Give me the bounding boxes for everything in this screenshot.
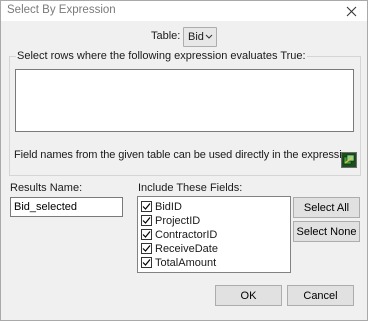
select-by-expression-dialog: Select By Expression Table: Bid Select r…	[0, 0, 368, 321]
expression-hint: Field names from the given table can be …	[14, 149, 357, 161]
expression-group: Select rows where the following expressi…	[9, 50, 361, 176]
field-item-projectid[interactable]: ProjectID	[141, 214, 200, 227]
field-item-contractorid[interactable]: ContractorID	[141, 228, 217, 241]
table-label: Table:	[151, 30, 181, 42]
field-label: ContractorID	[155, 228, 218, 241]
window-title: Select By Expression	[7, 4, 116, 16]
expression-group-label: Select rows where the following expressi…	[16, 50, 307, 62]
field-label: TotalAmount	[155, 256, 217, 269]
field-label: ReceiveDate	[155, 242, 218, 255]
ok-button[interactable]: OK	[215, 285, 282, 306]
cancel-button[interactable]: Cancel	[287, 285, 354, 306]
expression-builder-button[interactable]	[341, 152, 357, 168]
checkmark-icon	[142, 231, 151, 238]
field-checkbox[interactable]	[141, 201, 152, 212]
checkmark-icon	[142, 203, 151, 210]
chevron-down-icon	[205, 34, 213, 39]
table-dropdown-value: Bid	[188, 31, 204, 43]
field-checkbox[interactable]	[141, 215, 152, 226]
close-icon	[346, 6, 356, 16]
checkmark-icon	[142, 259, 151, 266]
field-checkbox[interactable]	[141, 257, 152, 268]
checkmark-icon	[142, 245, 151, 252]
field-item-receivedate[interactable]: ReceiveDate	[141, 242, 218, 255]
include-fields-list: BidID ProjectID ContractorID ReceiveDate…	[137, 196, 291, 273]
field-label: BidID	[155, 200, 182, 213]
checkmark-icon	[142, 217, 151, 224]
results-name-input[interactable]	[10, 197, 123, 217]
field-item-bidid[interactable]: BidID	[141, 200, 182, 213]
field-label: ProjectID	[155, 214, 201, 227]
include-fields-label: Include These Fields:	[138, 182, 243, 194]
field-checkbox[interactable]	[141, 243, 152, 254]
select-none-button[interactable]: Select None	[293, 221, 360, 242]
select-all-button[interactable]: Select All	[293, 197, 360, 218]
results-name-label: Results Name:	[10, 182, 83, 194]
expression-builder-icon	[343, 154, 355, 165]
field-item-totalamount[interactable]: TotalAmount	[141, 256, 216, 269]
field-checkbox[interactable]	[141, 229, 152, 240]
title-bar: Select By Expression	[1, 1, 367, 21]
close-button[interactable]	[337, 1, 365, 21]
expression-input[interactable]	[15, 69, 354, 132]
table-dropdown[interactable]: Bid	[183, 27, 217, 47]
